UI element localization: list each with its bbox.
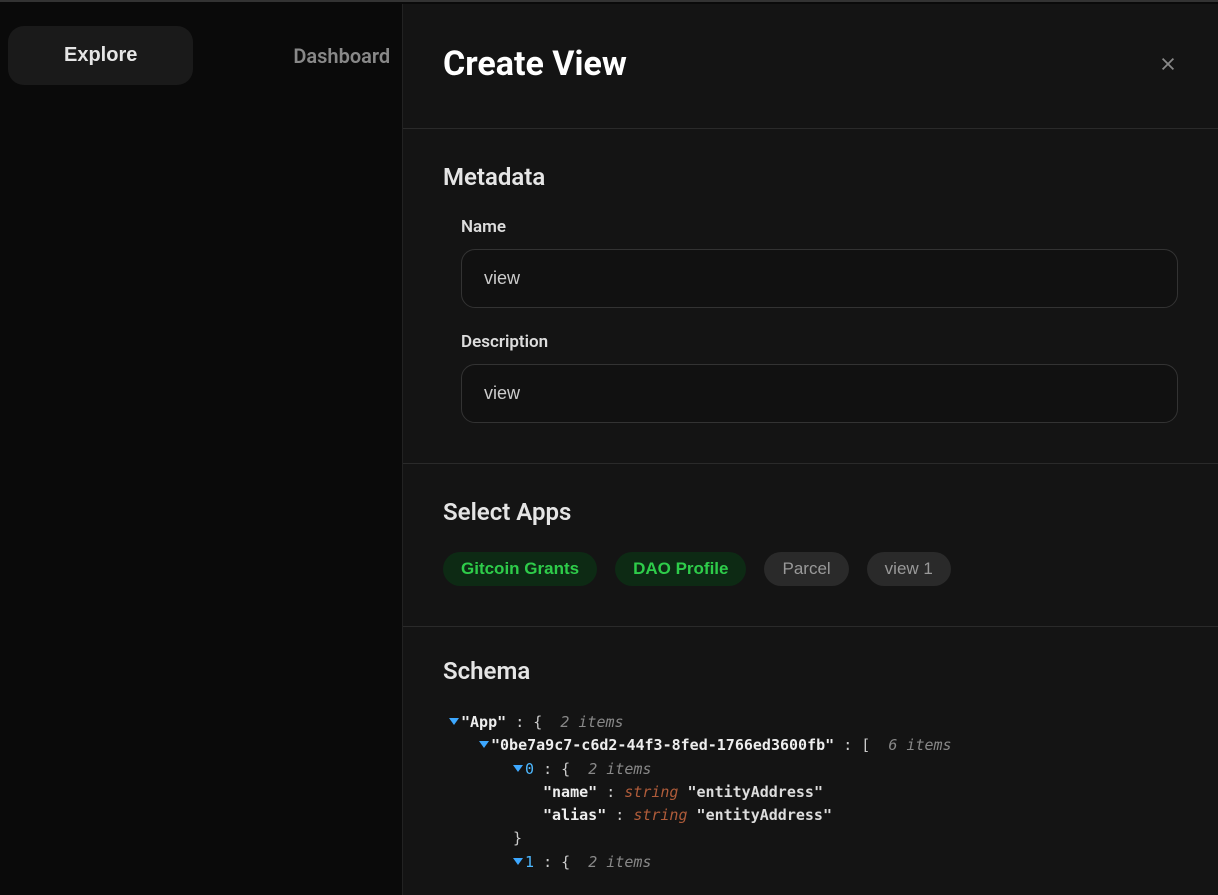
- schema-heading: Schema: [443, 657, 1178, 685]
- tree-row-uuid: "0be7a9c7-c6d2-44f3-8fed-1766ed3600fb" :…: [443, 734, 1178, 757]
- select-apps-section: Select Apps Gitcoin Grants DAO Profile P…: [403, 464, 1218, 627]
- nav-explore[interactable]: Explore: [8, 26, 193, 85]
- schema-name-val: entityAddress: [697, 783, 814, 801]
- schema-root-count: 2 items: [560, 713, 623, 731]
- schema-close-brace: }: [513, 829, 522, 847]
- schema-name-key: name: [552, 783, 588, 801]
- description-input[interactable]: [461, 364, 1178, 423]
- nav-dashboard[interactable]: Dashboard: [293, 44, 390, 68]
- metadata-section: Metadata Name Description: [403, 129, 1218, 464]
- app-chip-parcel[interactable]: Parcel: [764, 552, 848, 586]
- select-apps-heading: Select Apps: [443, 498, 1178, 526]
- name-input[interactable]: [461, 249, 1178, 308]
- schema-section: Schema "App" : { 2 items "0be7a9c7-c6d2-…: [403, 627, 1218, 884]
- schema-root-key: App: [470, 713, 497, 731]
- tree-row-alias: "alias" : string "entityAddress": [443, 804, 1178, 827]
- schema-name-type: string: [624, 783, 678, 801]
- schema-tree: "App" : { 2 items "0be7a9c7-c6d2-44f3-8f…: [443, 711, 1178, 874]
- app-chips: Gitcoin Grants DAO Profile Parcel view 1: [443, 552, 1178, 586]
- app-chip-dao-profile[interactable]: DAO Profile: [615, 552, 746, 586]
- close-icon[interactable]: [1158, 54, 1178, 74]
- metadata-heading: Metadata: [443, 163, 1178, 191]
- schema-alias-key: alias: [552, 806, 597, 824]
- caret-icon[interactable]: [479, 741, 489, 748]
- schema-item0-count: 2 items: [588, 760, 651, 778]
- schema-uuid-key: 0be7a9c7-c6d2-44f3-8fed-1766ed3600fb: [500, 736, 825, 754]
- tree-row-item0: 0 : { 2 items: [443, 758, 1178, 781]
- tree-row-item1: 1 : { 2 items: [443, 851, 1178, 874]
- caret-icon[interactable]: [513, 858, 523, 865]
- app-chip-gitcoin-grants[interactable]: Gitcoin Grants: [443, 552, 597, 586]
- create-view-panel: Create View Metadata Name Description Se…: [402, 4, 1218, 895]
- tree-row-close: }: [443, 827, 1178, 850]
- tree-row-name: "name" : string "entityAddress": [443, 781, 1178, 804]
- caret-icon[interactable]: [449, 718, 459, 725]
- tree-row-app: "App" : { 2 items: [443, 711, 1178, 734]
- description-label: Description: [461, 332, 1178, 352]
- schema-item0-idx: 0: [525, 760, 534, 778]
- schema-item1-idx: 1: [525, 853, 534, 871]
- caret-icon[interactable]: [513, 765, 523, 772]
- panel-title: Create View: [443, 44, 627, 84]
- schema-uuid-count: 6 items: [888, 736, 951, 754]
- schema-item1-count: 2 items: [588, 853, 651, 871]
- schema-alias-type: string: [633, 806, 687, 824]
- app-chip-view-1[interactable]: view 1: [867, 552, 951, 586]
- name-label: Name: [461, 217, 1178, 237]
- schema-alias-val: entityAddress: [706, 806, 823, 824]
